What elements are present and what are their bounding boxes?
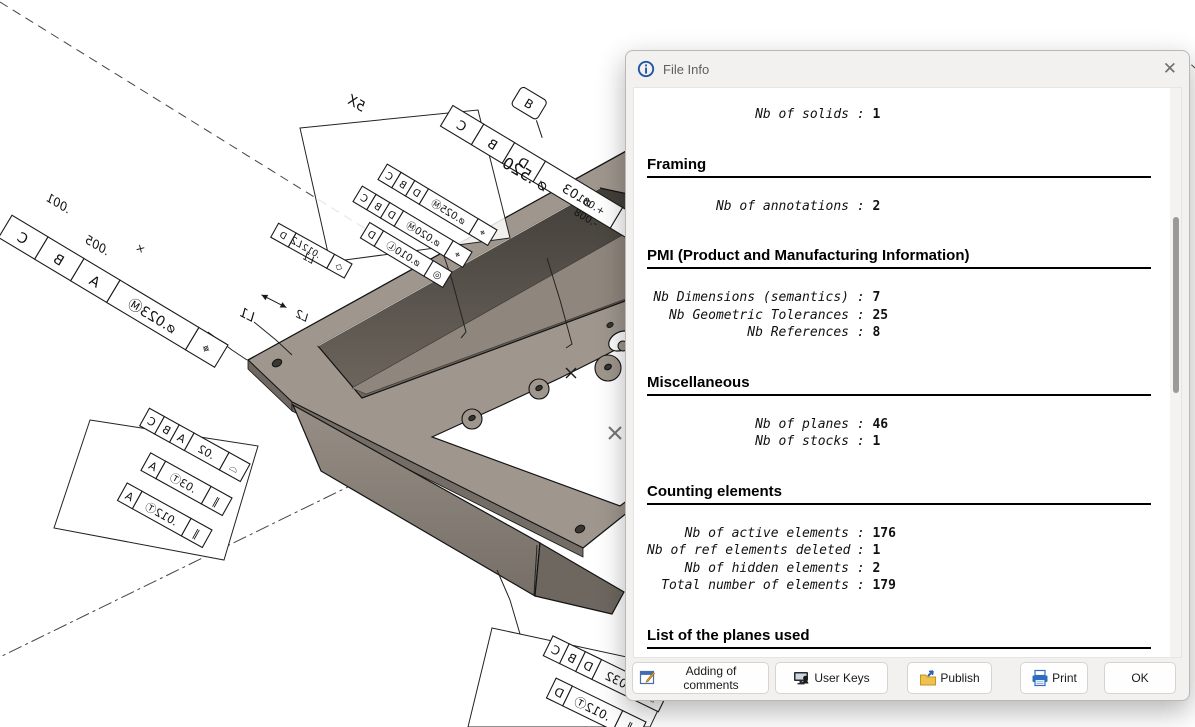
section-heading-miscellaneous: Miscellaneous [647,374,1151,396]
section-heading-planes: List of the planes used [647,627,1151,649]
info-line: Total number of elements : 179 [647,577,1167,595]
info-line: Nb of active elements : 176 [647,525,1167,543]
svg-text:×: × [133,241,148,257]
info-line: Nb Dimensions (semantics) : 7 [647,289,1167,307]
label-l1-l2-pair: L2 [258,289,310,324]
publish-folder-icon [919,669,937,687]
info-line: Nb of stocks : 1 [647,433,1167,451]
adding-of-comments-button[interactable]: Adding of comments [632,662,769,694]
ok-button[interactable]: OK [1104,662,1176,694]
button-label: Print [1052,671,1077,685]
scrollbar-track[interactable] [1170,88,1181,657]
print-button[interactable]: Print [1020,662,1088,694]
button-label: OK [1131,671,1148,685]
qty-note-5x: 5X [344,92,368,115]
section-heading-framing: Framing [647,156,1151,178]
svg-text:.005: .005 [82,233,112,259]
user-keys-icon [793,669,811,687]
dialog-content: Nb of solids : 1 Framing Nb of annotatio… [633,87,1182,658]
info-line: Nb References : 8 [647,324,1167,342]
svg-text:.001: .001 [43,191,73,217]
button-label: Adding of comments [660,664,762,692]
close-icon[interactable]: ✕ [1163,61,1177,78]
printer-icon [1031,669,1049,687]
fcf-position-left-strip[interactable]: ⌖⌀.023ⓂABC [0,215,228,367]
scrollbar-thumb[interactable] [1173,217,1179,393]
dialog-titlebar[interactable]: File Info ✕ [626,51,1189,87]
comment-edit-icon [639,669,657,687]
info-line: Nb of ref elements deleted : 1 [647,542,1167,560]
button-label: User Keys [814,671,869,685]
section-heading-counting: Counting elements [647,483,1151,505]
svg-text:L2: L2 [293,307,311,325]
info-line: Nb of annotations : 2 [647,198,1167,216]
user-keys-button[interactable]: User Keys [775,662,888,694]
annotation-plane [54,420,258,560]
button-label: Publish [940,671,979,685]
dialog-title: File Info [663,62,709,77]
dialog-button-bar: Adding of comments User Keys Publish [632,661,1183,695]
datum-flag-b[interactable]: B [504,86,559,138]
info-icon [637,60,655,78]
file-info-dialog: File Info ✕ Nb of solids : 1 Framing Nb … [625,50,1190,701]
info-line: Nb Geometric Tolerances : 25 [647,307,1167,325]
info-line: Nb of solids : 1 [647,106,1167,124]
info-line: Nb of hidden elements : 2 [647,560,1167,578]
publish-button[interactable]: Publish [907,662,992,694]
info-line: Nb of planes : 46 [647,416,1167,434]
section-heading-pmi: PMI (Product and Manufacturing Informati… [647,247,1151,269]
